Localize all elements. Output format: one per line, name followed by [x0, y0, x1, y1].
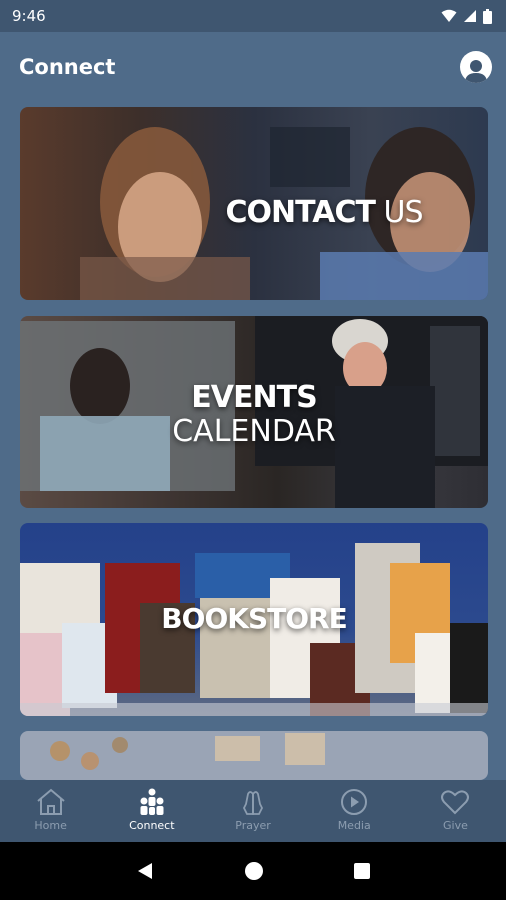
- back-icon[interactable]: [135, 861, 155, 881]
- nav-prayer-label: Prayer: [235, 819, 271, 832]
- cell-signal-icon: [464, 10, 476, 22]
- wifi-icon: [441, 9, 457, 22]
- more-card[interactable]: [20, 731, 488, 780]
- bookstore-title: BOOKSTORE: [161, 602, 347, 635]
- contact-us-title-bold: CONTACT: [225, 195, 375, 230]
- events-calendar-card[interactable]: EVENTS CALENDAR: [20, 316, 488, 508]
- profile-button[interactable]: [460, 51, 492, 83]
- nav-connect-label: Connect: [129, 819, 175, 832]
- user-icon: [465, 60, 487, 83]
- people-icon: [140, 788, 164, 815]
- nav-home[interactable]: Home: [0, 780, 101, 842]
- nav-give-label: Give: [442, 819, 468, 832]
- app-header: Connect: [0, 32, 506, 102]
- contact-us-card[interactable]: CONTACT US: [20, 107, 488, 300]
- nav-media[interactable]: Media: [304, 780, 405, 842]
- nav-give[interactable]: Give: [405, 780, 506, 842]
- nav-media-label: Media: [337, 819, 371, 832]
- heart-icon: [441, 790, 470, 815]
- bottom-nav: Home Connect Prayer Media Give: [0, 780, 506, 842]
- contact-us-title-regular: US: [374, 195, 423, 230]
- home-icon: [36, 788, 65, 815]
- nav-connect[interactable]: Connect: [101, 780, 202, 842]
- more-card-photo: [50, 733, 325, 770]
- nav-prayer[interactable]: Prayer: [202, 780, 303, 842]
- bookstore-card[interactable]: BOOKSTORE: [20, 523, 488, 716]
- status-icons: [441, 8, 492, 24]
- status-time: 9:46: [12, 7, 46, 25]
- page-title: Connect: [19, 55, 116, 79]
- status-bar: 9:46: [0, 0, 506, 32]
- events-title-line1: EVENTS: [191, 380, 317, 415]
- home-circle-icon[interactable]: [244, 861, 264, 881]
- play-circle-icon: [341, 789, 368, 815]
- events-title-line2: CALENDAR: [172, 414, 336, 449]
- nav-home-label: Home: [34, 819, 67, 832]
- battery-icon: [483, 8, 492, 24]
- recents-icon[interactable]: [353, 862, 371, 880]
- praying-hands-icon: [242, 791, 264, 815]
- contact-us-title: CONTACT US: [20, 195, 488, 230]
- system-nav-bar: [0, 842, 506, 900]
